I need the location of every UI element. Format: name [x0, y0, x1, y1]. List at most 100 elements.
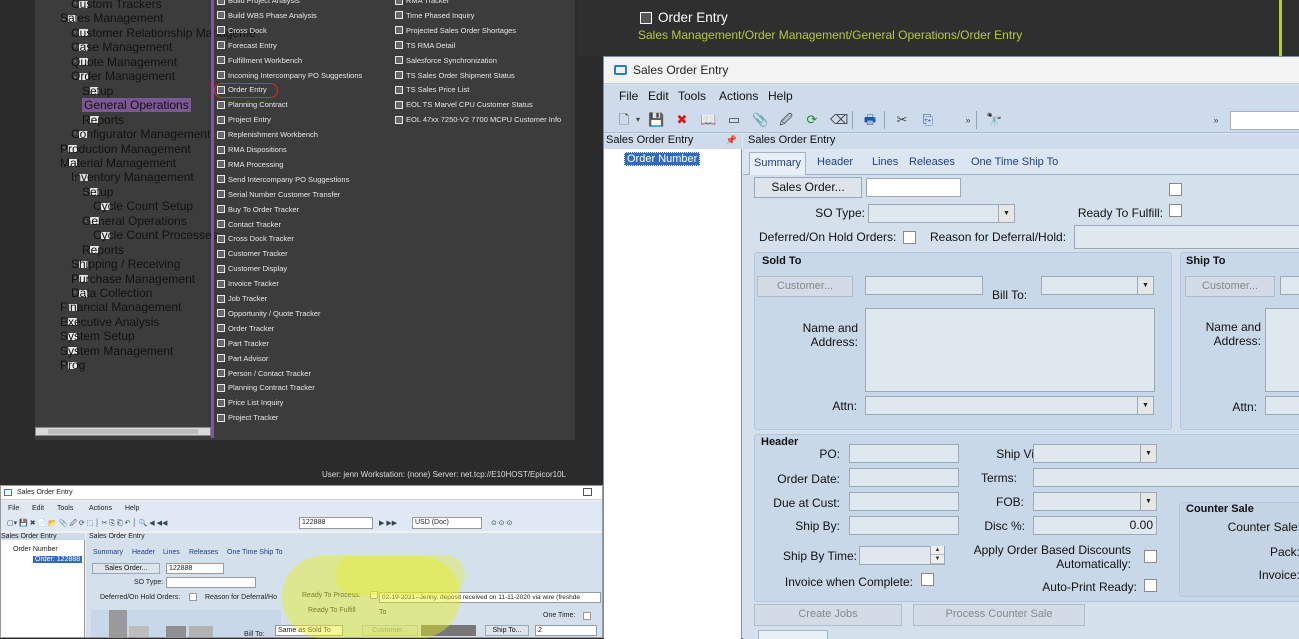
program-item[interactable]: Price List Inquiry: [217, 395, 283, 410]
eraser-icon[interactable]: ⌫: [830, 112, 848, 128]
sw-ship-to-button[interactable]: Ship To...: [485, 625, 529, 636]
due-at-cust-input[interactable]: [849, 492, 959, 511]
apply-discounts-checkbox[interactable]: [1144, 550, 1157, 563]
sw-tab[interactable]: Summary: [93, 549, 123, 556]
sw-menu-item[interactable]: File: [8, 505, 19, 512]
menu-edit[interactable]: Edit: [648, 89, 669, 103]
chevron-down-icon[interactable]: ▼: [998, 205, 1014, 222]
sold-to-customer-input[interactable]: [865, 276, 983, 295]
program-item[interactable]: Contact Tracker: [217, 217, 281, 232]
menu-tree-item[interactable]: › Quote Management: [71, 55, 177, 69]
ready-to-fulfill-checkbox[interactable]: [1169, 204, 1182, 217]
sw-menu-item[interactable]: Actions: [89, 505, 112, 512]
sw-one-time-checkbox[interactable]: [583, 612, 591, 620]
tab-header[interactable]: Header: [817, 156, 853, 168]
process-counter-sale-button[interactable]: Process Counter Sale: [913, 604, 1085, 626]
so-type-combo[interactable]: ▼: [868, 204, 1015, 223]
menu-tree-item[interactable]: Cycle Count Processes: [93, 228, 218, 242]
menu-tree-item[interactable]: ⌄ Inventory Management: [71, 170, 194, 184]
program-item[interactable]: TS RMA Detail: [395, 38, 455, 53]
tab-releases[interactable]: Releases: [909, 156, 955, 168]
invoice-when-complete-checkbox[interactable]: [921, 573, 934, 586]
overflow-right-icon[interactable]: »: [1208, 112, 1224, 128]
program-item[interactable]: Person / Contact Tracker: [217, 366, 311, 381]
toolbar-order-combo[interactable]: [1230, 111, 1299, 130]
sales-order-button[interactable]: Sales Order...: [754, 177, 862, 198]
deferred-checkbox[interactable]: [903, 231, 916, 244]
menu-tree-item[interactable]: ⌄ Material Management: [60, 156, 176, 170]
tab-one-time-ship-to[interactable]: One Time Ship To: [971, 156, 1058, 168]
attachments-icon[interactable]: 📖: [700, 112, 716, 128]
sw-tree-root[interactable]: Order Number: [13, 546, 58, 553]
sw-currency-combo[interactable]: USD (Doc): [412, 517, 482, 529]
menu-tree-item[interactable]: › Production Management: [60, 142, 191, 156]
sold-to-address-box[interactable]: [865, 308, 1155, 392]
sold-to-customer-button[interactable]: Customer...: [757, 276, 853, 297]
ship-to-customer-button[interactable]: Customer...: [1185, 276, 1275, 297]
folder-icon[interactable]: ▭: [726, 112, 742, 128]
ship-to-customer-input[interactable]: [1280, 276, 1299, 295]
sw-menu-item[interactable]: Help: [125, 505, 139, 512]
tab-summary[interactable]: Summary: [749, 152, 807, 175]
menu-tree-item[interactable]: Reports: [82, 243, 124, 257]
program-item[interactable]: EOL 47xx 7250-V2 7700 MCPU Customer Info: [395, 112, 561, 127]
refresh-icon[interactable]: ⟳: [804, 112, 820, 128]
sw-tree-child[interactable]: Order: 122888: [33, 556, 83, 563]
menu-tree-item[interactable]: General Operations: [82, 98, 191, 113]
chevron-down-icon[interactable]: ▼: [1140, 493, 1156, 510]
sw-maximize-icon[interactable]: [583, 488, 592, 496]
program-item[interactable]: Customer Tracker: [217, 246, 288, 261]
po-input[interactable]: [849, 444, 959, 463]
save-icon[interactable]: 💾: [648, 112, 664, 128]
menu-tree-item[interactable]: Cycle Count Setup: [93, 199, 193, 213]
menu-tree-item[interactable]: › Prog: [60, 358, 85, 372]
program-item[interactable]: Planning Contract Tracker: [217, 380, 315, 395]
program-item[interactable]: Customer Display: [217, 261, 287, 276]
program-item[interactable]: Incoming Intercompany PO Suggestions: [217, 68, 362, 83]
program-item[interactable]: Part Advisor: [217, 351, 268, 366]
program-item[interactable]: Fulfillment Workbench: [217, 53, 302, 68]
tree-node-order-number[interactable]: Order Number: [624, 152, 701, 166]
tab-lines[interactable]: Lines: [872, 156, 898, 168]
edit-icon[interactable]: 🖉: [778, 112, 794, 128]
program-item[interactable]: TS Sales Price List: [395, 82, 469, 97]
menu-tree-item[interactable]: ⌄ General Operations: [82, 214, 187, 228]
program-item[interactable]: Part Tracker: [217, 336, 269, 351]
menu-tree-item[interactable]: › Configurator Management: [71, 127, 210, 141]
program-item[interactable]: Projected Sales Order Shortages: [395, 23, 516, 38]
program-item[interactable]: Buy To Order Tracker: [217, 202, 299, 217]
menu-tree-item[interactable]: ⌄ Order Management: [71, 69, 175, 83]
disc-input[interactable]: 0.00: [1033, 516, 1157, 535]
menu-tree-item[interactable]: › Case Management: [71, 40, 172, 54]
program-item[interactable]: Order Tracker: [217, 321, 274, 336]
print-icon[interactable]: 🖶: [862, 112, 878, 128]
menu-tree-item[interactable]: › Purchase Management: [71, 272, 195, 286]
program-item[interactable]: RMA Dispositions: [217, 142, 287, 157]
ship-by-time-spinner[interactable]: ▲ ▼: [930, 546, 944, 565]
auto-print-checkbox[interactable]: [1144, 579, 1157, 592]
menu-tree-item[interactable]: › System Management: [60, 344, 173, 358]
sold-to-attn-combo[interactable]: ▼: [865, 396, 1154, 415]
breadcrumb[interactable]: Sales Management/Order Management/Genera…: [638, 28, 1022, 42]
window-titlebar[interactable]: Sales Order Entry: [604, 57, 1299, 84]
sw-tab[interactable]: Lines: [163, 549, 180, 556]
ship-to-address-box[interactable]: [1265, 308, 1299, 392]
bill-to-combo[interactable]: ▼: [1041, 276, 1154, 295]
program-item[interactable]: Forecast Entry: [217, 38, 277, 53]
program-item[interactable]: Cross Dock: [217, 23, 267, 38]
program-item[interactable]: Send Intercompany PO Suggestions: [217, 172, 349, 187]
program-item[interactable]: Replenishment Workbench: [217, 127, 318, 142]
menu-tree-item[interactable]: › Data Collection: [71, 286, 152, 300]
program-item[interactable]: Build Project Analysis: [217, 0, 300, 8]
menu-file[interactable]: File: [619, 89, 638, 103]
program-item[interactable]: Serial Number Customer Transfer: [217, 187, 340, 202]
top-right-checkbox[interactable]: [1169, 183, 1182, 196]
fob-combo[interactable]: ▼: [1033, 492, 1157, 511]
menu-tree-item[interactable]: ⌄ Setup: [82, 185, 113, 199]
menu-tree-item[interactable]: › System Setup: [60, 329, 135, 343]
program-item[interactable]: Time Phased Inquiry: [395, 8, 475, 23]
sw-tab[interactable]: One Time Ship To: [227, 549, 283, 556]
overflow-icon[interactable]: »: [960, 112, 976, 128]
menu-help[interactable]: Help: [768, 89, 793, 103]
sw-nav-icons[interactable]: ▶ ▶▶: [379, 519, 397, 527]
